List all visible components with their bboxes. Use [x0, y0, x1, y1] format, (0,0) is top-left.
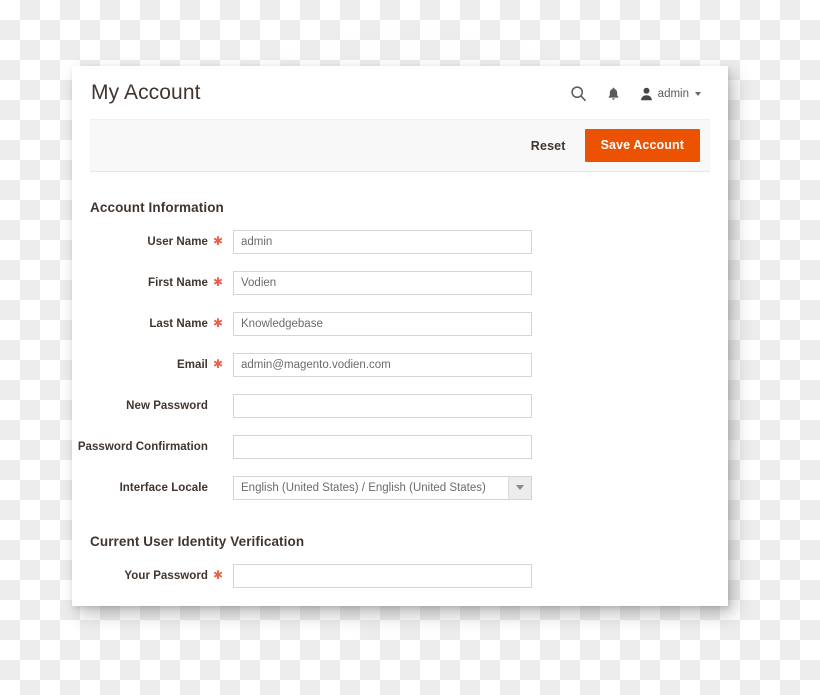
field-label-new-password: New Password ✱	[126, 399, 208, 412]
field-label-password-confirmation: Password Confirmation ✱	[77, 440, 208, 453]
field-label-last-name: Last Name ✱	[149, 316, 223, 330]
field-row-interface-locale: Interface Locale ✱ English (United State…	[90, 467, 710, 508]
required-indicator: ✱	[212, 234, 223, 248]
page-title: My Account	[91, 80, 201, 104]
field-label-first-name: First Name ✱	[148, 275, 223, 289]
interface-locale-select[interactable]: English (United States) / English (Unite…	[233, 475, 532, 500]
field-row-last-name: Last Name ✱	[90, 303, 710, 344]
field-row-user-name: User Name ✱	[90, 221, 710, 262]
field-row-password-confirmation: Password Confirmation ✱	[77, 426, 710, 467]
page-actions-toolbar: Reset Save Account	[90, 119, 710, 172]
account-form: Account Information User Name ✱ First Na…	[72, 200, 728, 596]
field-label-your-password: Your Password ✱	[124, 568, 223, 582]
search-icon[interactable]	[570, 85, 588, 103]
user-name-input[interactable]	[233, 229, 532, 254]
save-account-button[interactable]: Save Account	[584, 128, 700, 163]
field-label-email: Email ✱	[177, 357, 223, 371]
legend-identity-verification: Current User Identity Verification	[90, 534, 305, 549]
admin-user-menu[interactable]: admin	[640, 87, 701, 101]
header-tools: admin	[570, 83, 710, 103]
field-row-first-name: First Name ✱	[90, 262, 710, 303]
required-indicator: ✱	[212, 568, 223, 582]
bell-icon[interactable]	[605, 85, 623, 103]
password-confirmation-input[interactable]	[233, 434, 532, 459]
field-label-user-name: User Name ✱	[147, 234, 223, 248]
user-avatar-icon	[640, 87, 653, 101]
legend-account-information: Account Information	[90, 200, 224, 215]
field-row-new-password: New Password ✱	[90, 385, 710, 426]
required-indicator: ✱	[212, 275, 223, 289]
admin-panel-card: My Account admin Reset Save Account Acco…	[72, 66, 728, 606]
last-name-input[interactable]	[233, 311, 532, 336]
field-row-your-password: Your Password ✱	[90, 555, 710, 596]
page-header: My Account admin	[72, 66, 728, 119]
required-indicator: ✱	[212, 316, 223, 330]
required-indicator: ✱	[212, 357, 223, 371]
field-label-interface-locale: Interface Locale ✱	[119, 481, 208, 494]
interface-locale-value: English (United States) / English (Unite…	[241, 481, 486, 494]
field-row-email: Email ✱	[90, 344, 710, 385]
first-name-input[interactable]	[233, 270, 532, 295]
email-input[interactable]	[233, 352, 532, 377]
new-password-input[interactable]	[233, 393, 532, 418]
chevron-down-icon	[695, 92, 701, 96]
admin-user-label: admin	[657, 87, 689, 100]
your-password-input[interactable]	[233, 563, 532, 588]
reset-button[interactable]: Reset	[531, 139, 566, 153]
chevron-down-icon[interactable]	[508, 476, 531, 499]
